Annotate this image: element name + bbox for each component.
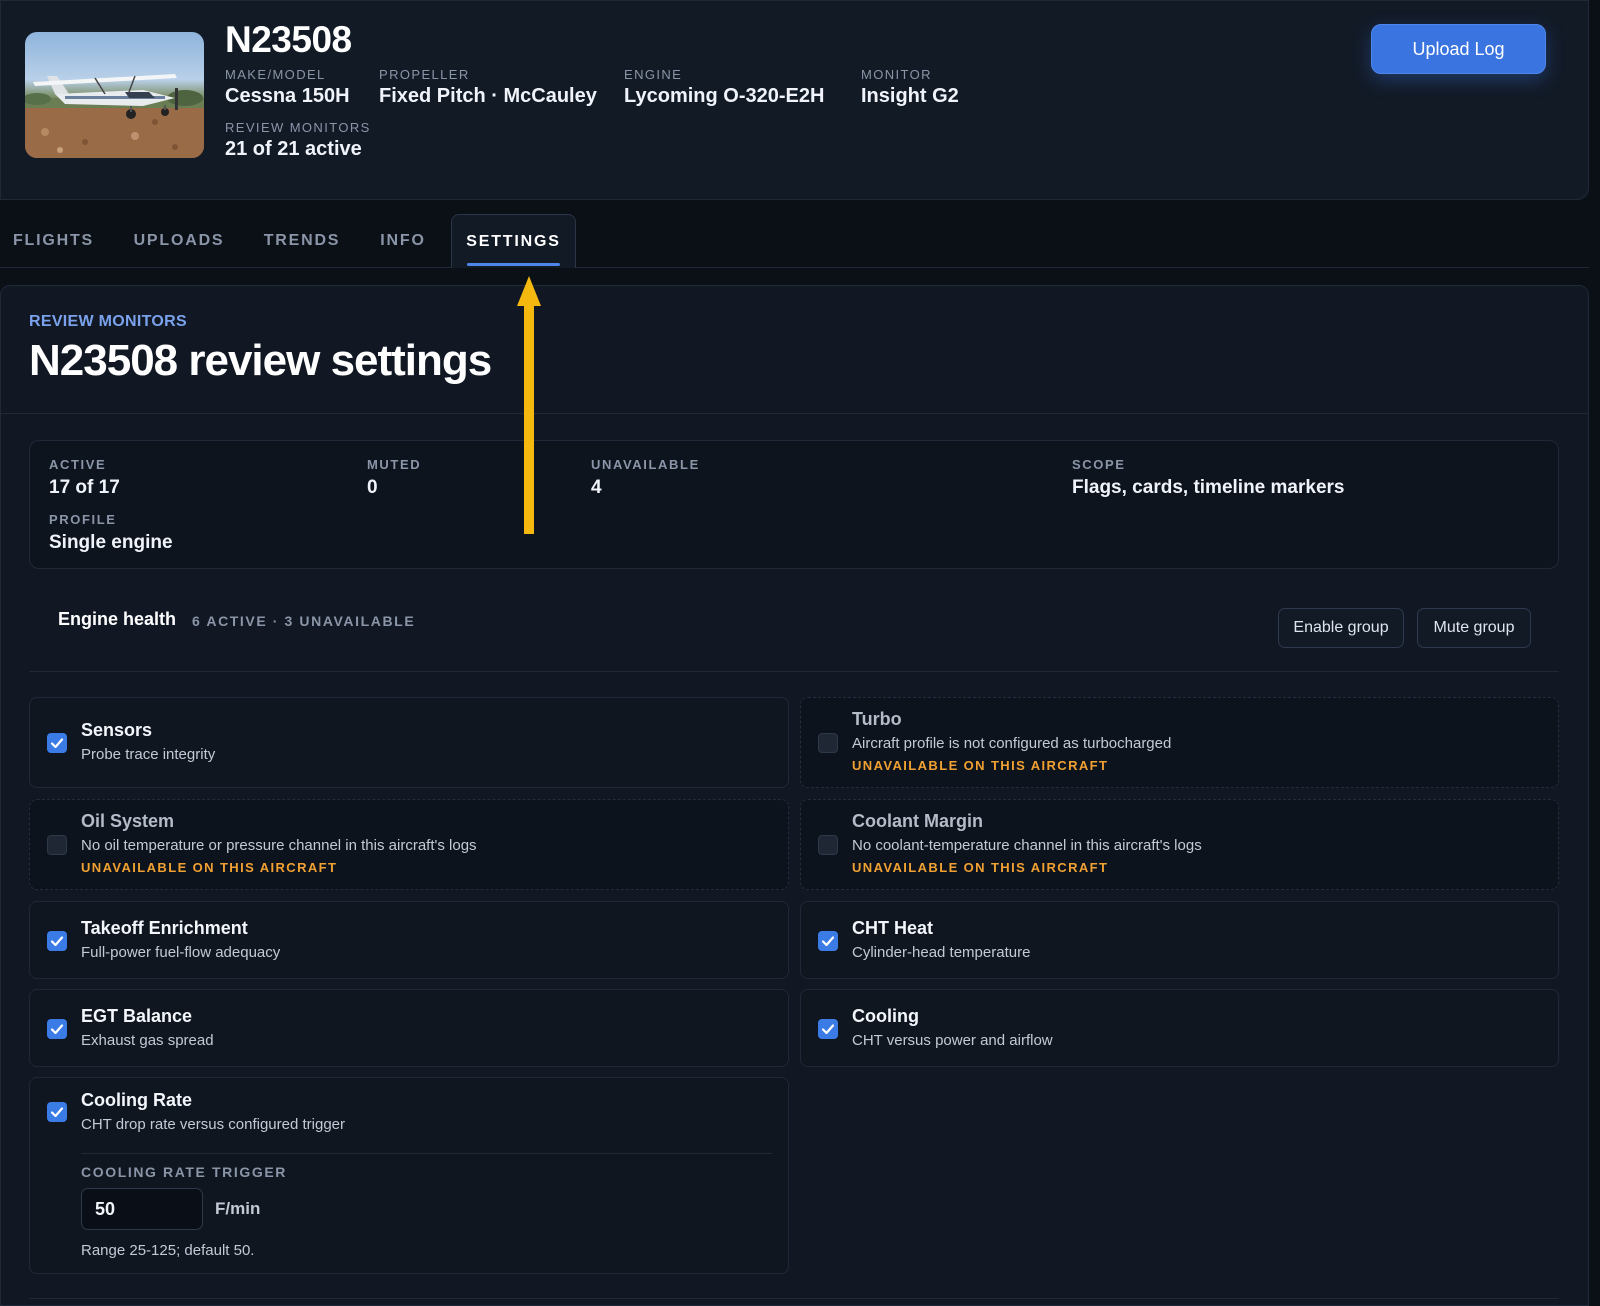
aircraft-tail-number: N23508	[225, 19, 352, 60]
checkmark-icon	[50, 1024, 64, 1035]
divider	[1, 413, 1588, 414]
monitor-card-takeoff-enrichment: Takeoff Enrichment Full-power fuel-flow …	[29, 901, 789, 979]
monitor-card-oil-system: Oil System No oil temperature or pressur…	[29, 799, 789, 890]
cht-heat-checkbox[interactable]	[818, 931, 838, 951]
monitor-description: CHT drop rate versus configured trigger	[81, 1116, 346, 1133]
scope-label: SCOPE	[1072, 457, 1126, 472]
aircraft-header: N23508 MAKE/MODEL Cessna 150H PROPELLER …	[0, 0, 1589, 200]
monitor-title: CHT Heat	[852, 918, 934, 938]
monitor-description: Full-power fuel-flow adequacy	[81, 944, 281, 961]
unavailable-warning: UNAVAILABLE ON THIS AIRCRAFT	[852, 758, 1109, 773]
monitor-title: Sensors	[81, 720, 153, 740]
tab-label: UPLOADS	[133, 232, 225, 249]
monitor-card-turbo: Turbo Aircraft profile is not configured…	[800, 697, 1559, 788]
monitor-title: Takeoff Enrichment	[81, 918, 248, 938]
checkmark-icon	[50, 738, 64, 749]
monitor-description: Exhaust gas spread	[81, 1032, 214, 1049]
unavailable-label: UNAVAILABLE	[591, 457, 700, 472]
cooling-rate-checkbox[interactable]	[47, 1102, 67, 1122]
checkmark-icon	[50, 936, 64, 947]
turbo-checkbox[interactable]	[818, 733, 838, 753]
cooling-checkbox[interactable]	[818, 1019, 838, 1039]
monitor-card-egt-balance: EGT Balance Exhaust gas spread	[29, 989, 789, 1067]
settings-panel: REVIEW MONITORS N23508 review settings A…	[0, 285, 1589, 1306]
tab-info[interactable]: INFO	[370, 214, 436, 268]
make-model-label: MAKE/MODEL	[225, 67, 326, 82]
engine-label: ENGINE	[624, 67, 683, 82]
monitor-card-cooling: Cooling CHT versus power and airflow	[800, 989, 1559, 1067]
monitor-title: Cooling	[852, 1006, 919, 1026]
takeoff-enrichment-checkbox[interactable]	[47, 931, 67, 951]
checkmark-icon	[821, 936, 835, 947]
unavailable-warning: UNAVAILABLE ON THIS AIRCRAFT	[852, 860, 1109, 875]
make-model-value: Cessna 150H	[225, 85, 350, 107]
page-title: N23508 review settings	[29, 336, 492, 385]
monitor-title: Turbo	[852, 709, 902, 729]
checkmark-icon	[821, 1024, 835, 1035]
group-counts: 6 ACTIVE · 3 UNAVAILABLE	[192, 613, 416, 629]
active-label: ACTIVE	[49, 457, 107, 472]
group-name: Engine health	[58, 609, 177, 629]
monitor-label: MONITOR	[861, 67, 932, 82]
review-monitors-label: REVIEW MONITORS	[225, 120, 371, 135]
tab-flights[interactable]: FLIGHTS	[0, 214, 107, 268]
cooling-rate-hint: Range 25-125; default 50.	[81, 1242, 255, 1259]
active-value: 17 of 17	[49, 477, 120, 498]
monitor-card-coolant-margin: Coolant Margin No coolant-temperature ch…	[800, 799, 1559, 890]
profile-value: Single engine	[49, 532, 173, 553]
monitor-title: Coolant Margin	[852, 811, 983, 831]
monitor-title: Oil System	[81, 811, 175, 831]
egt-balance-checkbox[interactable]	[47, 1019, 67, 1039]
tab-label: FLIGHTS	[12, 232, 95, 249]
section-eyebrow: REVIEW MONITORS	[29, 313, 187, 330]
scope-value: Flags, cards, timeline markers	[1072, 477, 1345, 498]
review-monitors-value: 21 of 21 active	[225, 138, 362, 160]
monitor-description: Aircraft profile is not configured as tu…	[852, 735, 1172, 752]
divider	[29, 1298, 1559, 1299]
propeller-value: Fixed Pitch · McCauley	[379, 85, 597, 107]
monitor-description: No oil temperature or pressure channel i…	[81, 837, 477, 854]
active-tab-indicator	[467, 263, 560, 266]
monitor-card-cooling-rate: Cooling Rate CHT drop rate versus config…	[29, 1077, 789, 1274]
profile-label: PROFILE	[49, 512, 117, 527]
divider	[81, 1153, 772, 1154]
unavailable-value: 4	[591, 477, 602, 498]
cooling-rate-trigger-label: COOLING RATE TRIGGER	[81, 1164, 287, 1180]
mute-group-button[interactable]: Mute group	[1417, 608, 1531, 648]
engine-value: Lycoming O-320-E2H	[624, 85, 825, 107]
propeller-label: PROPELLER	[379, 67, 470, 82]
monitor-description: Probe trace integrity	[81, 746, 216, 763]
oil-system-checkbox[interactable]	[47, 835, 67, 855]
annotation-arrow-icon	[517, 276, 541, 534]
monitor-card-cht-heat: CHT Heat Cylinder-head temperature	[800, 901, 1559, 979]
monitor-title: EGT Balance	[81, 1006, 193, 1026]
enable-group-button[interactable]: Enable group	[1278, 608, 1404, 648]
monitor-card-sensors: Sensors Probe trace integrity	[29, 697, 789, 788]
upload-log-button[interactable]: Upload Log	[1371, 24, 1546, 74]
tab-label: SETTINGS	[466, 232, 561, 250]
monitor-description: CHT versus power and airflow	[852, 1032, 1053, 1049]
cooling-rate-unit: F/min	[215, 1199, 261, 1218]
tab-settings[interactable]: SETTINGS	[451, 214, 576, 268]
sensors-checkbox[interactable]	[47, 733, 67, 753]
tab-trends[interactable]: TRENDS	[252, 214, 352, 268]
tab-label: INFO	[380, 232, 426, 249]
tab-uploads[interactable]: UPLOADS	[125, 214, 233, 268]
cooling-rate-trigger-input[interactable]	[81, 1188, 203, 1230]
monitor-title: Cooling Rate	[81, 1090, 192, 1110]
monitor-description: Cylinder-head temperature	[852, 944, 1031, 961]
coolant-margin-checkbox[interactable]	[818, 835, 838, 855]
unavailable-warning: UNAVAILABLE ON THIS AIRCRAFT	[81, 860, 338, 875]
summary-card: ACTIVE 17 of 17 MUTED 0 UNAVAILABLE 4 SC…	[29, 440, 1559, 569]
tab-label: TRENDS	[263, 232, 341, 249]
aircraft-tabs: FLIGHTS UPLOADS TRENDS INFO SETTINGS	[0, 200, 1589, 268]
monitor-description: No coolant-temperature channel in this a…	[852, 837, 1202, 854]
muted-value: 0	[367, 477, 378, 498]
monitor-value: Insight G2	[861, 85, 959, 107]
checkmark-icon	[50, 1107, 64, 1118]
muted-label: MUTED	[367, 457, 422, 472]
aircraft-photo	[25, 32, 204, 158]
